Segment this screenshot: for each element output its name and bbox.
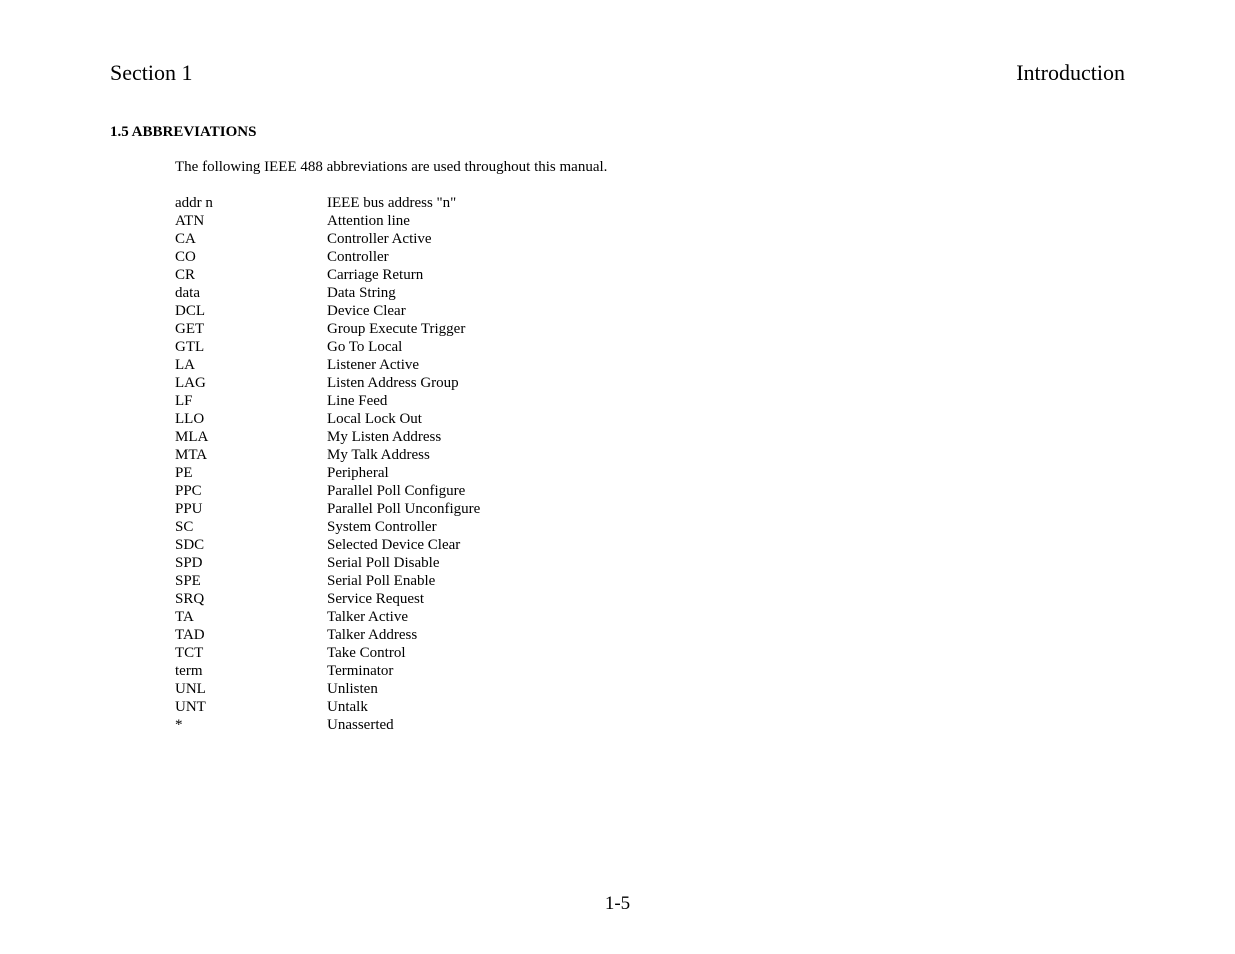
abbrev-row: CAController Active — [175, 230, 1125, 248]
abbrev-row: LAGListen Address Group — [175, 374, 1125, 392]
abbrev-row: DCLDevice Clear — [175, 302, 1125, 320]
abbrev-key: term — [175, 662, 327, 680]
abbrev-key: CR — [175, 266, 327, 284]
abbrev-row: LFLine Feed — [175, 392, 1125, 410]
abbrev-row: TADTalker Address — [175, 626, 1125, 644]
abbrev-value: IEEE bus address "n" — [327, 194, 1125, 212]
abbrev-row: SPESerial Poll Enable — [175, 572, 1125, 590]
abbrev-value: Data String — [327, 284, 1125, 302]
abbrev-key: SRQ — [175, 590, 327, 608]
abbrev-key: SC — [175, 518, 327, 536]
abbrev-key: ATN — [175, 212, 327, 230]
abbrev-value: Talker Address — [327, 626, 1125, 644]
abbrev-key: GTL — [175, 338, 327, 356]
abbrev-row: PPCParallel Poll Configure — [175, 482, 1125, 500]
abbrev-row: termTerminator — [175, 662, 1125, 680]
abbreviations-list: addr nIEEE bus address "n"ATNAttention l… — [175, 194, 1125, 734]
abbrev-value: Service Request — [327, 590, 1125, 608]
abbrev-value: My Listen Address — [327, 428, 1125, 446]
abbrev-key: SDC — [175, 536, 327, 554]
abbrev-key: PPC — [175, 482, 327, 500]
abbrev-key: MLA — [175, 428, 327, 446]
abbrev-key: MTA — [175, 446, 327, 464]
abbrev-row: *Unasserted — [175, 716, 1125, 734]
abbrev-row: SPDSerial Poll Disable — [175, 554, 1125, 572]
abbrev-row: TCTTake Control — [175, 644, 1125, 662]
page-header: Section 1 Introduction — [110, 60, 1125, 86]
abbrev-row: TATalker Active — [175, 608, 1125, 626]
abbrev-key: LLO — [175, 410, 327, 428]
section-heading: 1.5 ABBREVIATIONS — [110, 124, 1125, 141]
abbrev-value: Unlisten — [327, 680, 1125, 698]
abbrev-value: Parallel Poll Unconfigure — [327, 500, 1125, 518]
abbrev-key: CO — [175, 248, 327, 266]
abbrev-value: My Talk Address — [327, 446, 1125, 464]
abbrev-key: TA — [175, 608, 327, 626]
abbrev-value: Unasserted — [327, 716, 1125, 734]
section-intro-text: The following IEEE 488 abbreviations are… — [175, 159, 1125, 176]
abbrev-row: MLAMy Listen Address — [175, 428, 1125, 446]
abbrev-key: UNL — [175, 680, 327, 698]
abbrev-row: MTAMy Talk Address — [175, 446, 1125, 464]
abbrev-value: Peripheral — [327, 464, 1125, 482]
abbrev-row: SDCSelected Device Clear — [175, 536, 1125, 554]
abbrev-row: LAListener Active — [175, 356, 1125, 374]
abbrev-row: LLOLocal Lock Out — [175, 410, 1125, 428]
abbrev-row: CRCarriage Return — [175, 266, 1125, 284]
abbrev-value: Group Execute Trigger — [327, 320, 1125, 338]
abbrev-row: SRQService Request — [175, 590, 1125, 608]
abbrev-key: GET — [175, 320, 327, 338]
abbrev-value: Untalk — [327, 698, 1125, 716]
abbrev-key: addr n — [175, 194, 327, 212]
abbrev-row: GTLGo To Local — [175, 338, 1125, 356]
abbrev-value: Listen Address Group — [327, 374, 1125, 392]
abbrev-row: PEPeripheral — [175, 464, 1125, 482]
abbrev-value: Line Feed — [327, 392, 1125, 410]
abbrev-row: UNTUntalk — [175, 698, 1125, 716]
abbrev-key: LF — [175, 392, 327, 410]
abbrev-value: System Controller — [327, 518, 1125, 536]
abbrev-value: Take Control — [327, 644, 1125, 662]
abbrev-key: * — [175, 716, 327, 734]
abbrev-value: Selected Device Clear — [327, 536, 1125, 554]
abbrev-key: UNT — [175, 698, 327, 716]
header-left: Section 1 — [110, 60, 193, 86]
abbrev-value: Serial Poll Enable — [327, 572, 1125, 590]
abbrev-value: Go To Local — [327, 338, 1125, 356]
abbrev-row: ATNAttention line — [175, 212, 1125, 230]
abbrev-key: data — [175, 284, 327, 302]
abbrev-value: Talker Active — [327, 608, 1125, 626]
abbrev-row: addr nIEEE bus address "n" — [175, 194, 1125, 212]
abbrev-key: LA — [175, 356, 327, 374]
abbrev-value: Controller — [327, 248, 1125, 266]
abbrev-key: TCT — [175, 644, 327, 662]
abbrev-key: LAG — [175, 374, 327, 392]
abbrev-row: dataData String — [175, 284, 1125, 302]
abbrev-key: CA — [175, 230, 327, 248]
abbrev-row: UNLUnlisten — [175, 680, 1125, 698]
abbrev-key: TAD — [175, 626, 327, 644]
page-number: 1-5 — [0, 893, 1235, 915]
abbrev-key: PPU — [175, 500, 327, 518]
abbrev-key: SPD — [175, 554, 327, 572]
abbrev-value: Carriage Return — [327, 266, 1125, 284]
abbrev-row: COController — [175, 248, 1125, 266]
abbrev-value: Parallel Poll Configure — [327, 482, 1125, 500]
abbrev-value: Terminator — [327, 662, 1125, 680]
abbrev-value: Serial Poll Disable — [327, 554, 1125, 572]
abbrev-value: Attention line — [327, 212, 1125, 230]
page-container: Section 1 Introduction 1.5 ABBREVIATIONS… — [0, 0, 1235, 734]
abbrev-key: PE — [175, 464, 327, 482]
abbrev-key: DCL — [175, 302, 327, 320]
abbrev-row: GETGroup Execute Trigger — [175, 320, 1125, 338]
abbrev-value: Controller Active — [327, 230, 1125, 248]
abbrev-row: PPUParallel Poll Unconfigure — [175, 500, 1125, 518]
abbrev-value: Local Lock Out — [327, 410, 1125, 428]
header-right: Introduction — [1016, 60, 1125, 86]
abbrev-value: Device Clear — [327, 302, 1125, 320]
abbrev-key: SPE — [175, 572, 327, 590]
abbrev-row: SCSystem Controller — [175, 518, 1125, 536]
abbrev-value: Listener Active — [327, 356, 1125, 374]
